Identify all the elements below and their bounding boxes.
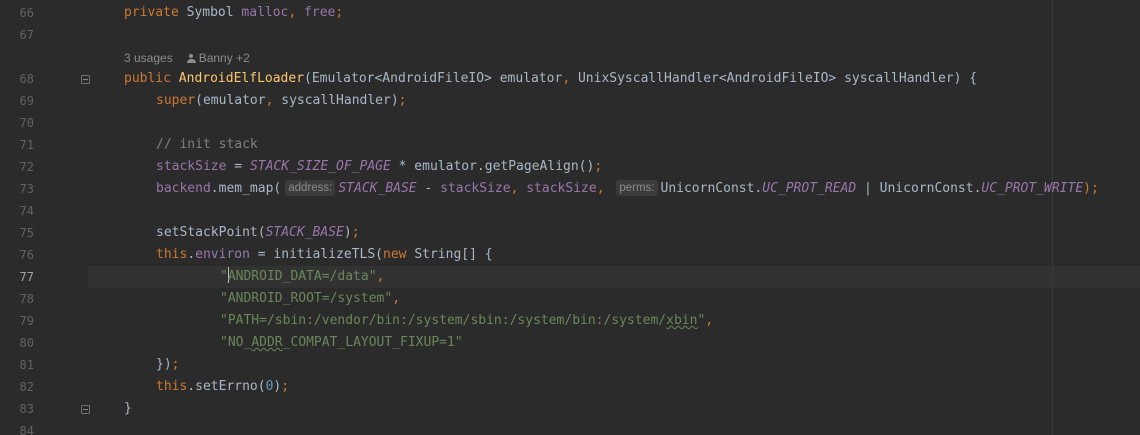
line-number: 75 (19, 226, 34, 240)
typo-highlight: ADDR (251, 335, 283, 350)
line-number: 74 (19, 204, 34, 218)
line-number: 66 (19, 6, 34, 20)
line-number: 83 (19, 402, 34, 416)
code-line-81[interactable]: }); (156, 354, 179, 376)
person-icon (186, 54, 196, 63)
right-margin-guide (1052, 0, 1053, 435)
line-number: 69 (19, 94, 34, 108)
line-number: 70 (19, 116, 34, 130)
code-line-73[interactable]: backend.mem_map(address: STACK_BASE - sta… (156, 178, 1099, 200)
line-number-current: 77 (19, 270, 34, 284)
code-line-80[interactable]: "NO_ADDR_COMPAT_LAYOUT_FIXUP=1" (220, 332, 463, 354)
code-line-71[interactable]: // init stack (156, 134, 258, 156)
code-editor[interactable]: 66 67 68 69 70 71 72 73 74 75 76 77 78 7… (0, 0, 1140, 435)
code-line-66[interactable]: private Symbol malloc, free; (124, 2, 343, 24)
usages-link[interactable]: 3 usages (124, 51, 173, 65)
line-number: 84 (19, 424, 34, 435)
parameter-hint: perms: (616, 180, 658, 196)
author-info[interactable]: Banny +2 (199, 51, 250, 65)
line-number: 79 (19, 314, 34, 328)
code-line-77[interactable]: "ANDROID_DATA=/data", (220, 266, 384, 288)
code-line-76[interactable]: this.environ = initializeTLS(new String[… (156, 244, 493, 266)
code-line-72[interactable]: stackSize = STACK_SIZE_OF_PAGE * emulato… (156, 156, 602, 178)
line-number: 80 (19, 336, 34, 350)
fold-marker-icon[interactable] (81, 75, 90, 84)
line-number-gutter[interactable]: 66 67 68 69 70 71 72 73 74 75 76 77 78 7… (0, 0, 90, 435)
parameter-hint: address: (285, 180, 336, 196)
line-number: 67 (19, 28, 34, 42)
code-line-68[interactable]: public AndroidElfLoader(Emulator<Android… (124, 68, 977, 90)
usages-codelens[interactable]: 3 usages Banny +2 (124, 47, 250, 69)
line-number: 76 (19, 248, 34, 262)
line-number: 71 (19, 138, 34, 152)
line-number: 78 (19, 292, 34, 306)
line-number: 72 (19, 160, 34, 174)
code-line-78[interactable]: "ANDROID_ROOT=/system", (220, 288, 400, 310)
code-line-75[interactable]: setStackPoint(STACK_BASE); (156, 222, 360, 244)
code-line-79[interactable]: "PATH=/sbin:/vendor/bin:/system/sbin:/sy… (220, 310, 713, 332)
line-number: 68 (19, 72, 34, 86)
line-number: 73 (19, 182, 34, 196)
line-number: 82 (19, 380, 34, 394)
code-line-82[interactable]: this.setErrno(0); (156, 376, 289, 398)
line-number: 81 (19, 358, 34, 372)
code-line-69[interactable]: super(emulator, syscallHandler); (156, 90, 406, 112)
typo-highlight: xbin (666, 313, 698, 328)
code-line-83[interactable]: } (124, 398, 132, 420)
fold-marker-icon[interactable] (81, 405, 90, 414)
